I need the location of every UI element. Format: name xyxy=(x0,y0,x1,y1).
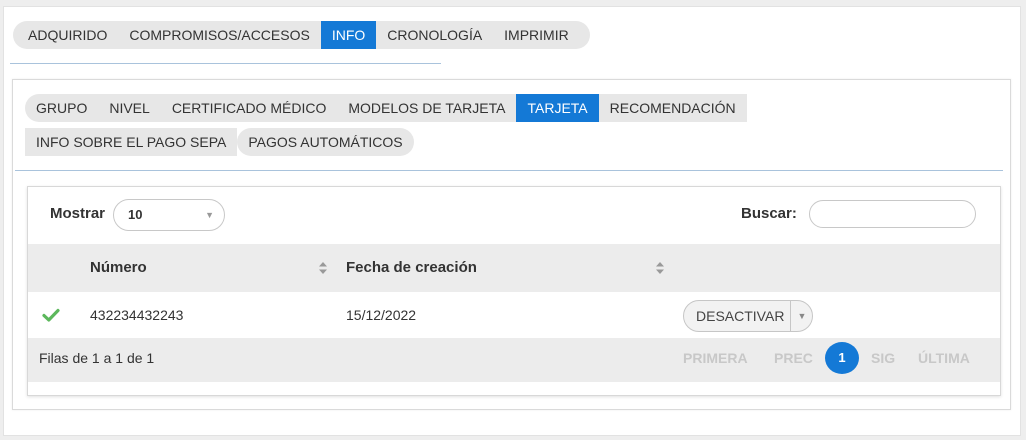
tab-info-sobre-el-pago-sepa[interactable]: INFO SOBRE EL PAGO SEPA xyxy=(25,128,238,156)
first-page-button[interactable]: PRIMERA xyxy=(683,338,748,378)
sub-tabs: GRUPO NIVEL CERTIFICADO MÉDICO MODELOS D… xyxy=(25,94,909,162)
prev-page-button[interactable]: PREC xyxy=(774,338,813,378)
tab-imprimir[interactable]: IMPRIMIR xyxy=(493,21,580,49)
table-row: 432234432243 15/12/2022 DESACTIVAR ▼ xyxy=(28,292,1000,338)
search-input[interactable] xyxy=(809,200,976,228)
show-entries-value: 10 xyxy=(128,207,143,222)
rows-info: Filas de 1 a 1 de 1 xyxy=(39,350,155,366)
check-icon xyxy=(42,308,60,322)
tab-pagos-automaticos[interactable]: PAGOS AUTOMÁTICOS xyxy=(237,128,414,156)
sort-icon[interactable] xyxy=(318,261,328,275)
tab-adquirido[interactable]: ADQUIRIDO xyxy=(17,21,118,49)
tab-info[interactable]: INFO xyxy=(320,21,377,49)
tab-grupo[interactable]: GRUPO xyxy=(25,94,99,122)
deactivate-button-group: DESACTIVAR ▼ xyxy=(683,300,814,332)
column-header-numero[interactable]: Número xyxy=(90,244,147,292)
tab-tarjeta[interactable]: TARJETA xyxy=(516,94,599,122)
table-footer: Filas de 1 a 1 de 1 PRIMERA PREC 1 SIG Ú… xyxy=(28,338,1000,382)
card-table-panel: Mostrar 10 ▼ Buscar: Número Fecha de cre… xyxy=(27,186,1001,396)
creation-date: 15/12/2022 xyxy=(346,307,417,323)
tab-recomendacion[interactable]: RECOMENDACIÓN xyxy=(598,94,747,122)
tab-certificado-medico[interactable]: CERTIFICADO MÉDICO xyxy=(160,94,338,122)
top-tabs: ADQUIRIDO COMPROMISOS/ACCESOS INFO CRONO… xyxy=(13,21,590,49)
sort-icon[interactable] xyxy=(655,261,665,275)
chevron-down-icon: ▼ xyxy=(205,210,214,220)
table-header: Número Fecha de creación xyxy=(28,244,1000,292)
top-tabs-divider xyxy=(10,63,441,64)
show-entries-label: Mostrar xyxy=(50,205,106,222)
next-page-button[interactable]: SIG xyxy=(871,338,895,378)
info-panel: GRUPO NIVEL CERTIFICADO MÉDICO MODELOS D… xyxy=(12,79,1011,410)
column-header-fecha[interactable]: Fecha de creación xyxy=(346,244,477,292)
deactivate-button[interactable]: DESACTIVAR xyxy=(684,301,792,331)
sub-tabs-divider xyxy=(15,170,1003,171)
last-page-button[interactable]: ÚLTIMA xyxy=(918,338,970,378)
tab-modelos-de-tarjeta[interactable]: MODELOS DE TARJETA xyxy=(337,94,517,122)
tab-compromisos-accesos[interactable]: COMPROMISOS/ACCESOS xyxy=(118,21,320,49)
tab-nivel[interactable]: NIVEL xyxy=(98,94,161,122)
current-page-button[interactable]: 1 xyxy=(825,342,859,374)
tab-cronologia[interactable]: CRONOLOGÍA xyxy=(376,21,493,49)
search-label: Buscar: xyxy=(741,205,797,222)
card-number: 432234432243 xyxy=(90,307,184,323)
main-container: ADQUIRIDO COMPROMISOS/ACCESOS INFO CRONO… xyxy=(3,6,1021,436)
show-entries-select[interactable]: 10 ▼ xyxy=(113,199,225,231)
chevron-down-icon[interactable]: ▼ xyxy=(791,301,812,331)
